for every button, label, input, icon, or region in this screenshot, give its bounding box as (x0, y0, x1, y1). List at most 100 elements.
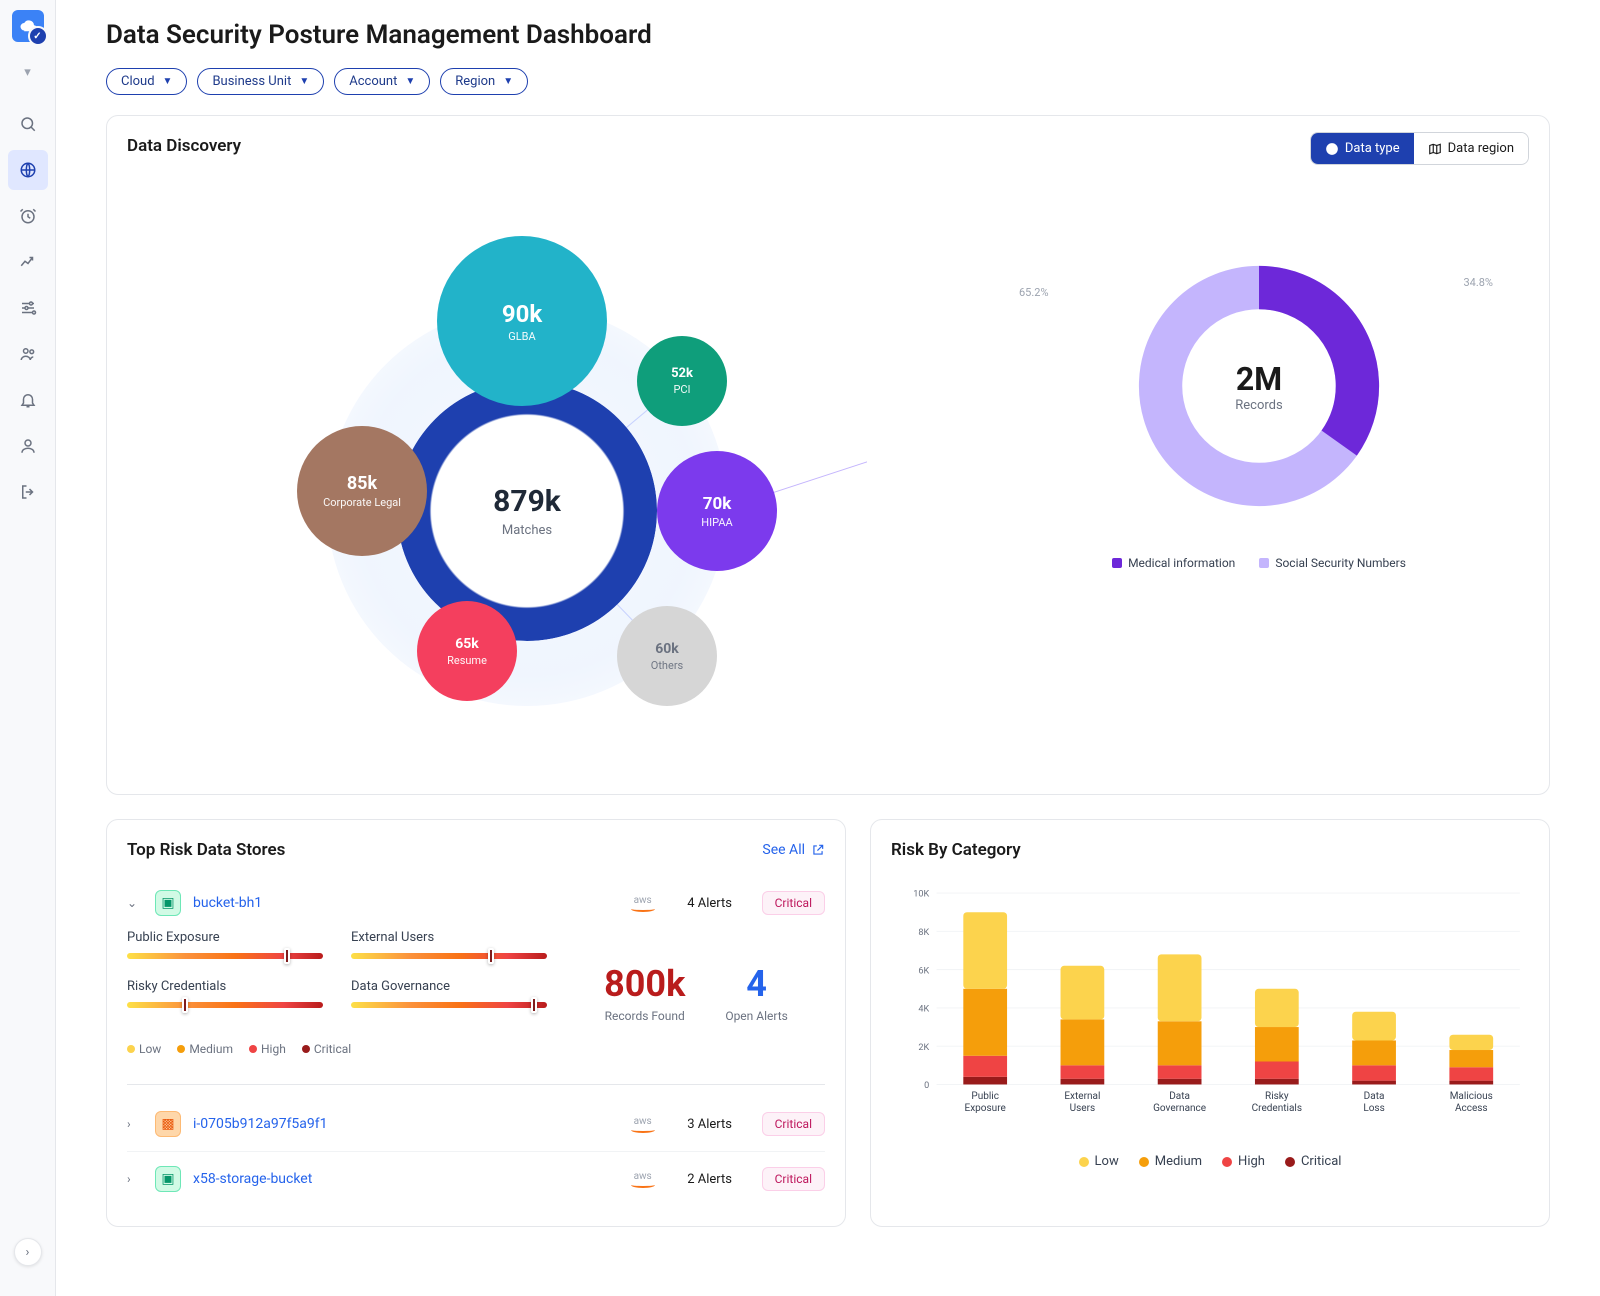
bubble-glba[interactable]: 90kGLBA (437, 236, 607, 406)
nav-search[interactable] (8, 104, 48, 144)
svg-text:6K: 6K (918, 966, 929, 976)
external-link-icon (811, 843, 825, 857)
card-title: Risk By Category (891, 840, 1529, 860)
svg-text:8K: 8K (918, 928, 929, 938)
legend-item[interactable]: Low (1079, 1154, 1119, 1169)
nav-trends[interactable] (8, 242, 48, 282)
swatch-icon (1112, 558, 1122, 568)
nav-notifications[interactable] (8, 380, 48, 420)
store-link[interactable]: bucket-bh1 (193, 895, 616, 911)
risk-bar[interactable] (351, 1002, 547, 1008)
filter-account[interactable]: Account▼ (334, 68, 430, 95)
instance-icon: ▩ (155, 1111, 181, 1137)
pie-chart-icon (1325, 142, 1339, 156)
chevron-down-icon: ▼ (405, 76, 415, 87)
chevron-down-icon: ▼ (299, 76, 309, 87)
filter-business-unit[interactable]: Business Unit▼ (197, 68, 324, 95)
nav-logout[interactable] (8, 472, 48, 512)
store-row: › ▩ i-0705b912a97f5a9f1 aws 3 Alerts Cri… (127, 1097, 825, 1151)
toggle-data-region[interactable]: Data region (1414, 133, 1528, 164)
alarm-clock-icon (19, 207, 37, 225)
severity-badge: Critical (762, 1112, 825, 1136)
svg-text:Users: Users (1070, 1103, 1096, 1114)
card-title: Top Risk Data Stores (127, 840, 285, 860)
sidebar-expand-toggle[interactable]: › (14, 1238, 42, 1266)
risk-category-chart[interactable]: 02K4K6K8K10KPublicExposureExternalUsersD… (891, 872, 1529, 1142)
expand-toggle[interactable]: › (127, 1172, 143, 1186)
data-discovery-card: Data Discovery Data type Data region (106, 115, 1550, 795)
metric-external-users: External Users (351, 930, 547, 959)
toggle-data-type[interactable]: Data type (1311, 133, 1414, 164)
exit-icon (19, 483, 37, 501)
store-link[interactable]: x58-storage-bucket (193, 1171, 616, 1187)
aws-icon: aws (628, 895, 658, 912)
risk-bar[interactable] (351, 953, 547, 959)
globe-icon (19, 161, 37, 179)
discovery-view-toggle: Data type Data region (1310, 132, 1529, 165)
severity-badge: Critical (762, 891, 825, 915)
filter-region[interactable]: Region▼ (440, 68, 528, 95)
donut-pct-left: 65.2% (1019, 286, 1049, 299)
svg-text:0: 0 (924, 1081, 929, 1091)
expand-toggle[interactable]: ⌄ (127, 896, 143, 910)
aws-icon: aws (628, 1116, 658, 1133)
bubble-hipaa[interactable]: 70kHIPAA (657, 451, 777, 571)
legend-item[interactable]: Critical (1285, 1154, 1341, 1169)
expand-toggle[interactable]: › (127, 1117, 143, 1131)
risk-by-category-card: Risk By Category 02K4K6K8K10KPublicExpos… (870, 819, 1550, 1227)
nav-dashboard[interactable] (8, 150, 48, 190)
trend-icon (19, 253, 37, 271)
open-alerts-stat: 4 Open Alerts (725, 963, 788, 1023)
sidebar: ▾ › (0, 0, 56, 1296)
cloud-shield-icon (19, 17, 37, 35)
svg-text:Credentials: Credentials (1252, 1103, 1302, 1114)
users-icon (19, 345, 37, 363)
sidebar-collapse-icon[interactable]: ▾ (8, 52, 48, 92)
filter-bar: Cloud▼ Business Unit▼ Account▼ Region▼ (106, 68, 1550, 95)
search-icon (19, 115, 37, 133)
bubble-resume[interactable]: 65kResume (417, 601, 517, 701)
svg-text:External: External (1064, 1091, 1100, 1102)
risk-bar[interactable] (127, 953, 323, 959)
chevron-down-icon: ▼ (163, 76, 173, 87)
svg-text:Public: Public (971, 1091, 999, 1102)
filter-cloud[interactable]: Cloud▼ (106, 68, 187, 95)
store-link[interactable]: i-0705b912a97f5a9f1 (193, 1116, 616, 1132)
top-risk-data-stores-card: Top Risk Data Stores See All ⌄ ▣ bucket-… (106, 819, 846, 1227)
metric-risky-credentials: Risky Credentials (127, 979, 323, 1008)
nav-settings[interactable] (8, 288, 48, 328)
chevron-down-icon: ▼ (503, 76, 513, 87)
alert-count: 3 Alerts (670, 1117, 750, 1132)
legend-item[interactable]: Social Security Numbers (1259, 556, 1406, 570)
donut-center: 2M Records (1129, 256, 1389, 516)
swatch-icon (1259, 558, 1269, 568)
bucket-icon: ▣ (155, 890, 181, 916)
nav-users[interactable] (8, 334, 48, 374)
main-content: Data Security Posture Management Dashboa… (56, 0, 1600, 1296)
store-expanded: Public Exposure External Users Risky Cre… (127, 930, 825, 1072)
app-logo[interactable] (12, 10, 44, 42)
bubble-pci[interactable]: 52kPCI (637, 336, 727, 426)
severity-legend: Low Medium High Critical (127, 1042, 547, 1056)
bubble-corporate-legal[interactable]: 85kCorporate Legal (297, 426, 427, 556)
risk-bar[interactable] (127, 1002, 323, 1008)
matches-center[interactable]: 879k Matches (427, 411, 627, 611)
svg-text:Risky: Risky (1265, 1091, 1289, 1102)
aws-icon: aws (628, 1171, 658, 1188)
svg-text:2K: 2K (918, 1043, 929, 1053)
legend-item[interactable]: High (1222, 1154, 1265, 1169)
map-icon (1428, 142, 1442, 156)
svg-text:Data: Data (1169, 1091, 1190, 1102)
donut-legend: Medical information Social Security Numb… (1049, 556, 1469, 570)
bubble-others[interactable]: 60kOthers (617, 606, 717, 706)
legend-item[interactable]: Medical information (1112, 556, 1235, 570)
nav-alarm[interactable] (8, 196, 48, 236)
page-title: Data Security Posture Management Dashboa… (106, 20, 1550, 50)
legend-item[interactable]: Medium (1139, 1154, 1202, 1169)
see-all-link[interactable]: See All (762, 842, 825, 858)
bucket-icon: ▣ (155, 1166, 181, 1192)
nav-profile[interactable] (8, 426, 48, 466)
metric-data-governance: Data Governance (351, 979, 547, 1008)
svg-text:4K: 4K (918, 1005, 929, 1015)
svg-text:10K: 10K (913, 890, 929, 900)
